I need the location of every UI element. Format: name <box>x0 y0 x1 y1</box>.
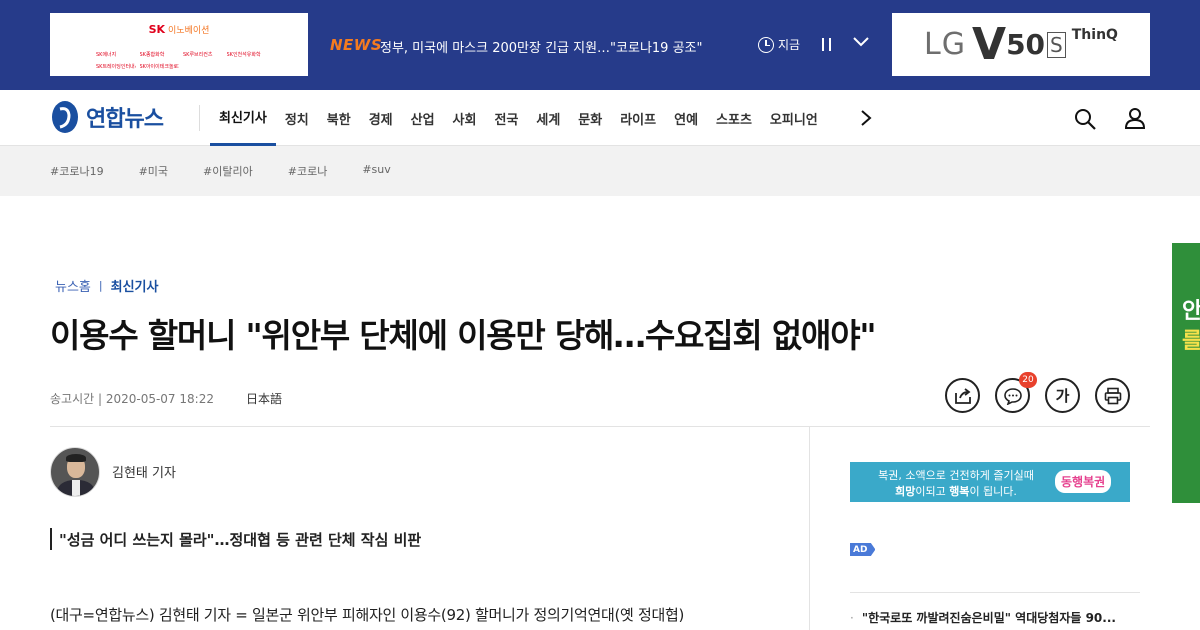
comment-icon <box>1003 387 1022 405</box>
breadcrumb: 뉴스홈 | 최신기사 <box>55 276 158 295</box>
side-ad-text: 를 <box>1182 329 1200 354</box>
font-size-label: 가 <box>1055 387 1070 405</box>
lg-thinq: ThinQ <box>1071 26 1118 43</box>
article-headline: 이용수 할머니 "위안부 단체에 이용만 당해…수요집회 없애야" <box>50 316 877 355</box>
comment-count-badge: 20 <box>1019 372 1037 388</box>
nav-divider <box>199 105 200 131</box>
hashtag-link[interactable]: #코로나 <box>288 163 328 179</box>
main-nav: 연합뉴스 최신기사 정치 북한 경제 산업 사회 전국 세계 문화 라이프 연예… <box>0 90 1200 146</box>
sk-affiliate: SK에너지 <box>96 52 117 58</box>
sk-affiliate: SK루브리컨츠 <box>183 52 213 58</box>
sk-ad-title: SK 이노베이션 <box>148 23 210 36</box>
yonhap-logo[interactable]: 연합뉴스 <box>50 99 164 135</box>
lg-v50-ad[interactable]: LG V 50 S ThinQ <box>892 13 1150 76</box>
nav-menu: 최신기사 정치 북한 경제 산업 사회 전국 세계 문화 라이프 연예 스포츠 … <box>210 90 827 146</box>
user-icon[interactable] <box>1123 106 1147 130</box>
nav-item-north-korea[interactable]: 북한 <box>318 90 360 146</box>
breadcrumb-separator: | <box>98 279 103 292</box>
logo-text: 연합뉴스 <box>86 107 164 132</box>
reporter-avatar[interactable] <box>50 447 100 497</box>
share-icon <box>954 387 971 404</box>
sk-affiliate: SK인천석유화학 <box>226 52 261 58</box>
lg-brand: LG <box>924 27 967 62</box>
nav-item-society[interactable]: 사회 <box>444 90 486 146</box>
nav-item-national[interactable]: 전국 <box>485 90 527 146</box>
yonhap-logo-icon <box>52 101 78 133</box>
nav-item-latest[interactable]: 최신기사 <box>210 90 276 146</box>
article-divider <box>50 426 1150 427</box>
lottery-ad[interactable]: 복권, 소액으로 건전하게 즐기실때 희망이되고 행복이 됩니다. 동행복권 <box>850 462 1130 502</box>
send-time: 송고시간 | 2020-05-07 18:22 <box>50 392 214 406</box>
sk-affiliate: SK트레이딩인터내셔널 <box>96 64 136 70</box>
hashtag-link[interactable]: #코로나19 <box>50 163 104 179</box>
nav-item-industry[interactable]: 산업 <box>402 90 444 146</box>
top-banner: SK 이노베이션 SK에너지 SK종합화학 SK루브리컨츠 SK인천석유화학 SK… <box>0 0 1200 90</box>
sidebar-divider <box>850 592 1140 593</box>
nav-item-world[interactable]: 세계 <box>527 90 569 146</box>
pause-icon[interactable] <box>821 38 833 52</box>
lg-model-s: S <box>1047 31 1066 58</box>
clock-icon <box>758 36 774 53</box>
breaking-news-headline[interactable]: 정부, 미국에 마스크 200만장 긴급 지원…"코로나19 공조" <box>380 37 702 56</box>
nav-item-culture[interactable]: 문화 <box>569 90 611 146</box>
bullet-icon: · <box>850 611 854 625</box>
reporter-name[interactable]: 김현태 기자 <box>112 462 176 481</box>
search-icon[interactable] <box>1073 107 1097 131</box>
breadcrumb-current[interactable]: 최신기사 <box>111 276 159 295</box>
share-button[interactable] <box>945 378 980 413</box>
lg-model-number: 50 <box>1006 28 1046 61</box>
chevron-down-icon[interactable] <box>852 35 870 49</box>
hashtag-link[interactable]: #미국 <box>139 163 168 179</box>
lottery-brand: 동행복권 <box>1055 470 1112 493</box>
now-button[interactable]: 지금 <box>758 36 800 53</box>
print-icon <box>1104 387 1121 404</box>
article-subhead: "성금 어디 쓰는지 몰라"…정대협 등 관련 단체 작심 비판 <box>50 528 421 550</box>
hashtag-link[interactable]: #이탈리아 <box>203 163 253 179</box>
sk-affiliates: SK에너지 SK종합화학 SK루브리컨츠 SK인천석유화학 SK트레이딩인터내셔… <box>96 51 266 70</box>
nav-item-life[interactable]: 라이프 <box>611 90 665 146</box>
nav-item-politics[interactable]: 정치 <box>276 90 318 146</box>
breadcrumb-home[interactable]: 뉴스홈 <box>55 276 91 295</box>
sk-affiliate: SK종합화학 <box>139 52 165 58</box>
column-divider <box>809 427 810 630</box>
nav-item-opinion[interactable]: 오피니언 <box>761 90 827 146</box>
sk-innovation-ad[interactable]: SK 이노베이션 SK에너지 SK종합화학 SK루브리컨츠 SK인천석유화학 SK… <box>50 13 308 76</box>
article-body-line: (대구=연합뉴스) 김현태 기자 = 일본군 위안부 피해자인 이용수(92) … <box>50 606 685 624</box>
sidebar-ad-link[interactable]: · "한국로또 까발려진숨은비밀" 역대당첨자들 90... <box>850 609 1116 626</box>
now-label: 지금 <box>778 38 801 52</box>
nav-item-sports[interactable]: 스포츠 <box>707 90 761 146</box>
print-button[interactable] <box>1095 378 1130 413</box>
font-size-button[interactable]: 가 <box>1045 378 1080 413</box>
side-ad-text: 안 <box>1182 299 1200 324</box>
article-tools: 20 가 <box>945 372 1130 413</box>
hashtag-link[interactable]: #suv <box>362 163 390 179</box>
hashtag-bar: #코로나19 #미국 #이탈리아 #코로나 #suv <box>0 146 1200 196</box>
lg-model-v: V <box>972 19 1007 70</box>
comment-button[interactable]: 20 <box>995 372 1037 413</box>
nav-item-entertainment[interactable]: 연예 <box>665 90 707 146</box>
chevron-right-icon[interactable] <box>858 108 874 128</box>
japanese-link[interactable]: 日本語 <box>246 390 282 407</box>
sk-affiliate: SK아이이테크놀로지 <box>139 64 180 70</box>
ad-badge: AD <box>850 543 876 556</box>
lottery-ad-line2: 희망이되고 행복이 됩니다. <box>895 485 1017 498</box>
lottery-ad-line1: 복권, 소액으로 건전하게 즐기실때 <box>878 469 1034 482</box>
nav-item-economy[interactable]: 경제 <box>360 90 402 146</box>
side-skyscraper-ad[interactable]: 안 를 <box>1172 243 1200 503</box>
news-label: NEWS <box>330 36 383 54</box>
